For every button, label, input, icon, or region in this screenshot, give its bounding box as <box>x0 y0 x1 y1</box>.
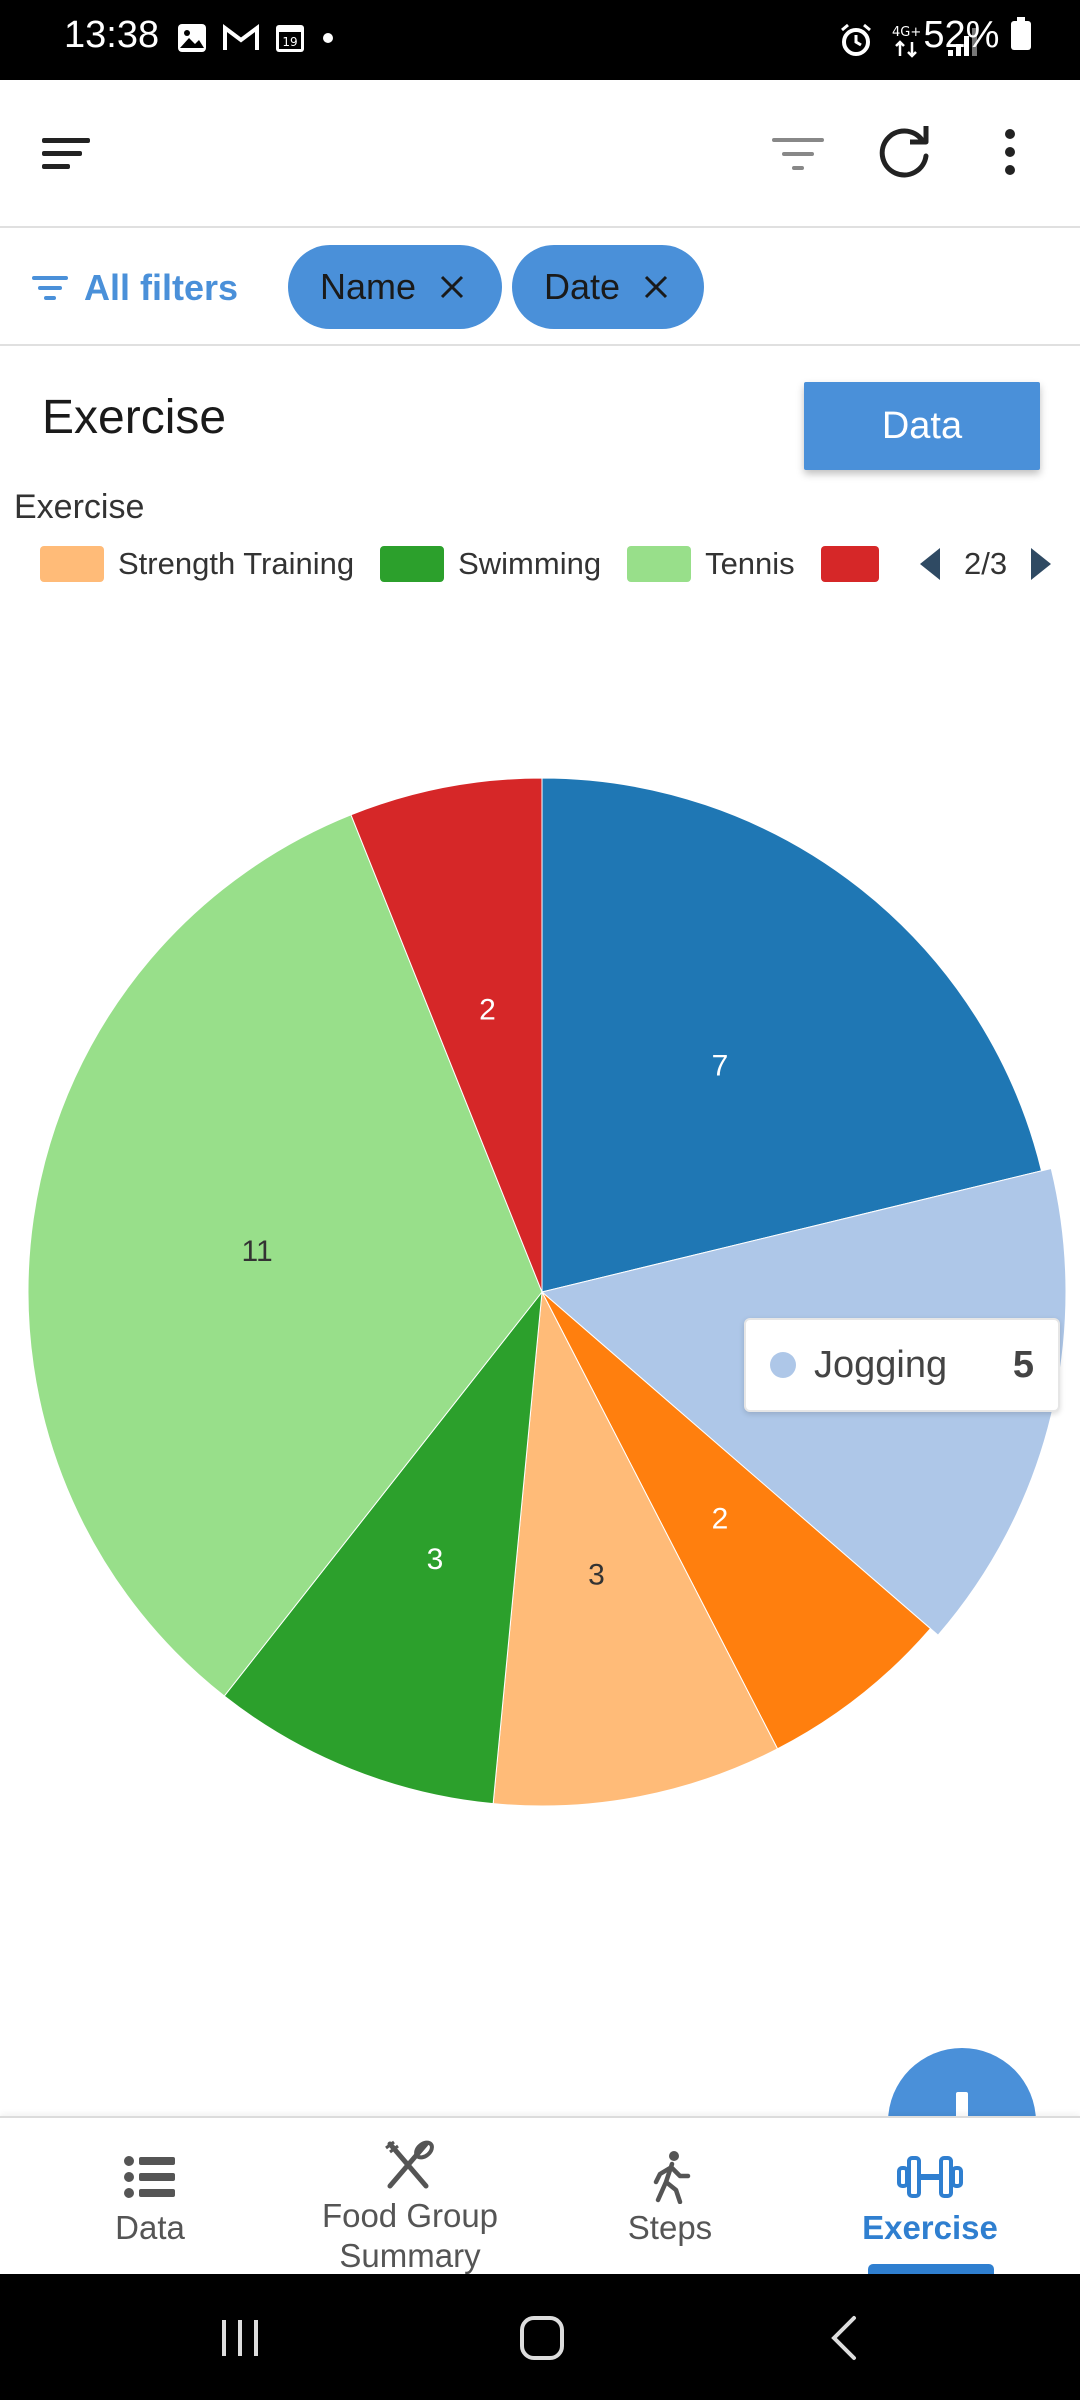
recent-apps-icon[interactable] <box>216 2314 264 2362</box>
status-time: 13:38 <box>64 14 160 56</box>
filter-chip-name[interactable]: Name <box>288 245 502 329</box>
legend-next-icon[interactable] <box>1029 546 1053 582</box>
legend-swatch <box>820 546 879 582</box>
calendar-icon: 19 <box>276 25 304 52</box>
legend-swatch <box>627 546 692 582</box>
pie-slice-label: 7 <box>712 1050 729 1083</box>
chip-label: Date <box>544 266 621 307</box>
filter-icon[interactable] <box>768 124 828 184</box>
utensils-icon <box>385 2140 434 2189</box>
nav-label-line2: Summary <box>339 2237 481 2274</box>
close-icon[interactable] <box>438 273 466 301</box>
walking-icon <box>653 2151 691 2204</box>
legend-prev-icon[interactable] <box>918 546 942 582</box>
menu-icon[interactable] <box>38 126 94 182</box>
nav-item-exercise[interactable]: Exercise <box>800 2118 1060 2276</box>
pie-chart[interactable]: 7 2 3 3 11 2 <box>0 740 1080 1860</box>
list-icon <box>124 2156 175 2198</box>
legend-label: Tennis <box>705 546 795 581</box>
dot-icon <box>323 33 333 43</box>
nav-label-line1: Food Group <box>321 2197 499 2234</box>
page-title: Exercise <box>42 391 227 444</box>
legend-item[interactable]: Tennis <box>627 546 795 582</box>
top-app-bar <box>0 80 1080 228</box>
close-icon[interactable] <box>642 273 670 301</box>
bottom-navigation: Data Food Group Summary Steps Exercise <box>0 2116 1080 2274</box>
gmail-icon <box>223 24 259 50</box>
home-icon[interactable] <box>518 2314 566 2362</box>
legend-label: Strength Training <box>118 546 355 581</box>
svg-text:19: 19 <box>282 35 297 49</box>
legend-swatch <box>40 546 104 582</box>
nav-label: Exercise <box>862 2209 998 2246</box>
tooltip-swatch <box>770 1352 796 1378</box>
data-button[interactable]: Data <box>804 382 1040 470</box>
legend-item[interactable]: Swimming <box>380 546 601 582</box>
pie-slice-label: 2 <box>479 993 496 1026</box>
nav-item-steps[interactable]: Steps <box>540 2118 800 2276</box>
alarm-icon <box>841 23 871 56</box>
more-vert-icon[interactable] <box>990 120 1030 184</box>
refresh-icon[interactable] <box>872 120 936 184</box>
nav-item-food-group-summary[interactable]: Food Group Summary <box>280 2118 540 2276</box>
legend-title: Exercise <box>14 488 145 526</box>
all-filters-button[interactable]: All filters <box>30 258 238 318</box>
legend-label: Swimming <box>458 546 602 581</box>
chart-tooltip: Jogging 5 <box>744 1318 1060 1412</box>
pie-slice-label: 3 <box>588 1559 605 1592</box>
pie-slice-label: 11 <box>242 1235 273 1268</box>
nav-label: Steps <box>627 2209 713 2246</box>
system-navigation-bar <box>0 2274 1080 2400</box>
all-filters-label: All filters <box>84 267 239 308</box>
back-icon[interactable] <box>822 2314 870 2362</box>
filter-list-icon <box>32 276 68 300</box>
active-tab-indicator <box>868 2264 994 2274</box>
svg-text:4G+: 4G+ <box>892 25 921 40</box>
legend-pager: 2/3 <box>918 542 1053 586</box>
chart-legend: Strength Training Swimming Tennis <box>40 542 919 586</box>
legend-page-indicator: 2/3 <box>964 546 1008 581</box>
pie-slice-label: 3 <box>427 1543 444 1576</box>
battery-percent: 52% <box>923 14 1032 57</box>
chip-label: Name <box>320 266 417 307</box>
tooltip-value: 5 <box>1012 1343 1034 1386</box>
nav-label: Data <box>115 2209 185 2246</box>
nav-item-data[interactable]: Data <box>20 2118 280 2276</box>
pie-slice-label: 2 <box>712 1502 729 1535</box>
filter-chip-date[interactable]: Date <box>512 245 704 329</box>
battery-icon <box>1011 17 1031 50</box>
tooltip-name: Jogging <box>814 1343 948 1386</box>
legend-item[interactable] <box>820 546 893 582</box>
gallery-icon <box>178 24 206 52</box>
status-bar: 13:38 19 4G+ 52% <box>0 0 1080 80</box>
filter-bar: All filters Name Date <box>0 228 1080 346</box>
legend-swatch <box>380 546 445 582</box>
dumbbell-icon <box>897 2156 963 2198</box>
legend-item[interactable]: Strength Training <box>40 546 354 582</box>
